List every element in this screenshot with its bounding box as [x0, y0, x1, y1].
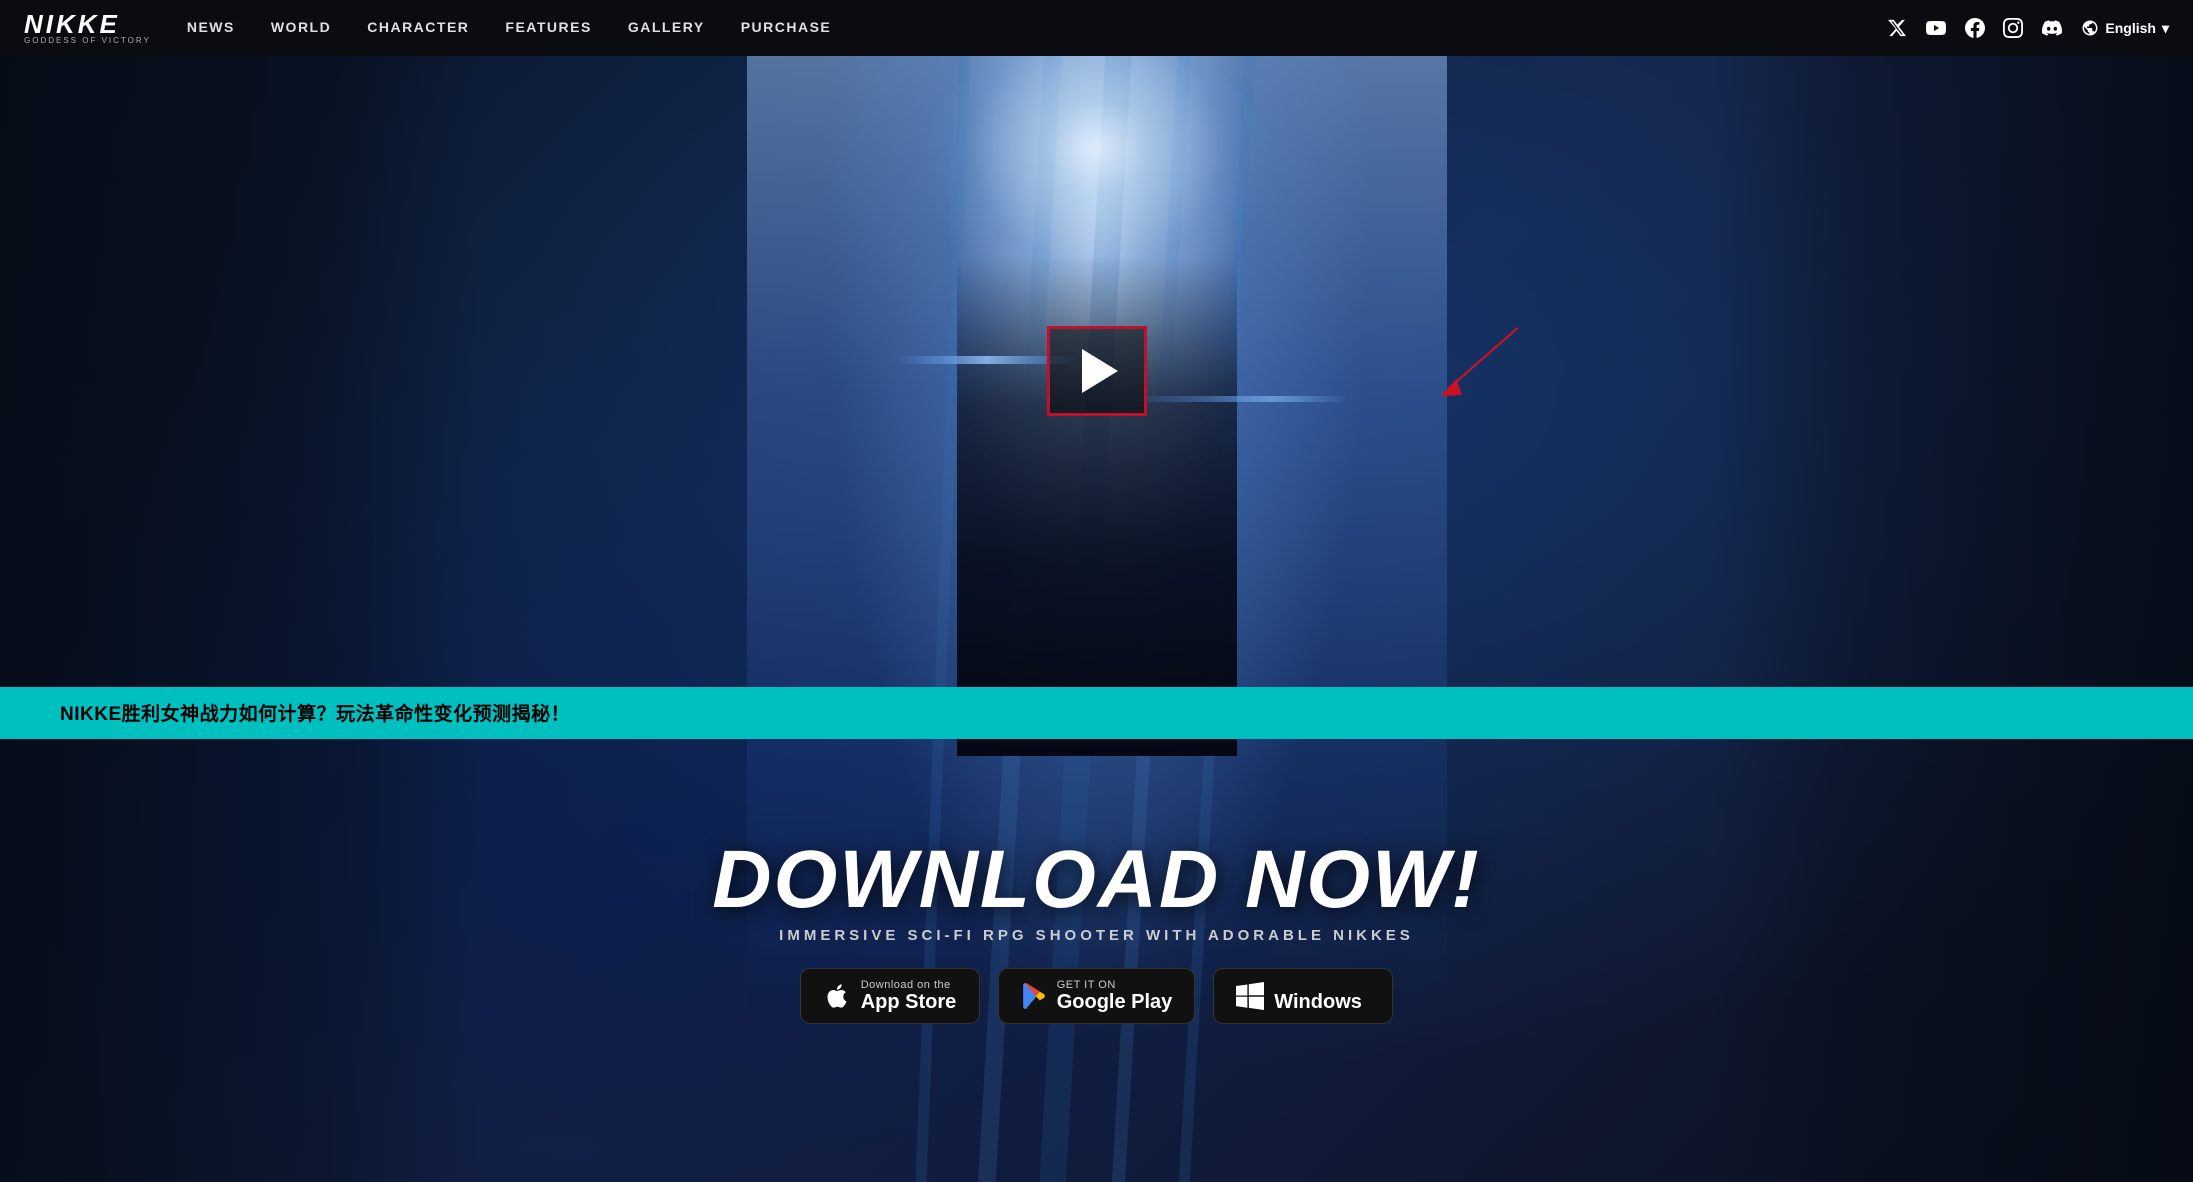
nav-item-purchase[interactable]: PURCHASE: [741, 19, 832, 37]
googleplay-icon: [1021, 983, 1047, 1009]
discord-icon[interactable]: [2041, 18, 2063, 38]
navbar-right: English ▾: [1887, 18, 2169, 38]
nav-item-character[interactable]: CHARACTER: [367, 19, 469, 37]
appstore-button[interactable]: Download on the App Store: [800, 968, 980, 1024]
googleplay-line2: Google Play: [1057, 991, 1173, 1013]
play-icon: [1082, 349, 1118, 393]
appstore-line2: App Store: [861, 991, 957, 1013]
windows-button[interactable]: Windows: [1213, 968, 1393, 1024]
nav-item-world[interactable]: WORLD: [271, 19, 331, 37]
nav-item-news[interactable]: NEWS: [187, 19, 235, 37]
windows-text: Windows: [1274, 979, 1362, 1013]
download-subtitle: IMMERSIVE SCI-FI RPG SHOOTER WITH ADORAB…: [779, 927, 1414, 944]
logo[interactable]: NIKKE GODDESS OF VICTORY: [24, 11, 151, 45]
twitter-icon[interactable]: [1887, 18, 1907, 38]
instagram-icon[interactable]: [2003, 18, 2023, 38]
appstore-line1: Download on the: [861, 979, 957, 991]
nav-links: NEWS WORLD CHARACTER FEATURES GALLERY PU…: [187, 19, 831, 37]
googleplay-button[interactable]: GET IT ON Google Play: [998, 968, 1196, 1024]
hero-section: NIKKE胜利女神战力如何计算？玩法革命性变化预测揭秘！ DOWNLOAD NO…: [0, 56, 2193, 1182]
googleplay-line1: GET IT ON: [1057, 979, 1173, 991]
navbar-left: NIKKE GODDESS OF VICTORY NEWS WORLD CHAR…: [24, 11, 831, 45]
youtube-icon[interactable]: [1925, 18, 1947, 38]
logo-subtitle: GODDESS OF VICTORY: [24, 37, 151, 45]
video-play-button[interactable]: [1047, 326, 1147, 416]
windows-icon: [1236, 982, 1264, 1010]
apple-icon: [823, 982, 851, 1010]
nav-item-gallery[interactable]: GALLERY: [628, 19, 705, 37]
download-title: DOWNLOAD NOW!: [712, 839, 1480, 921]
windows-line1: [1274, 979, 1362, 991]
windows-line2: Windows: [1274, 991, 1362, 1013]
mech-detail-right: [1127, 396, 1347, 402]
ticker-text: NIKKE胜利女神战力如何计算？玩法革命性变化预测揭秘！: [0, 699, 630, 726]
navbar: NIKKE GODDESS OF VICTORY NEWS WORLD CHAR…: [0, 0, 2193, 56]
lang-label: English: [2105, 20, 2156, 36]
store-buttons: Download on the App Store GET IT ON Goog…: [800, 968, 1394, 1024]
play-box[interactable]: [1047, 326, 1147, 416]
nav-item-features[interactable]: FEATURES: [505, 19, 591, 37]
ticker-banner: NIKKE胜利女神战力如何计算？玩法革命性变化预测揭秘！: [0, 687, 2193, 739]
logo-title: NIKKE: [24, 11, 151, 37]
appstore-text: Download on the App Store: [861, 979, 957, 1013]
lang-caret: ▾: [2162, 20, 2169, 37]
googleplay-text: GET IT ON Google Play: [1057, 979, 1173, 1013]
download-section: DOWNLOAD NOW! IMMERSIVE SCI-FI RPG SHOOT…: [0, 839, 2193, 1024]
facebook-icon[interactable]: [1965, 18, 1985, 38]
language-selector[interactable]: English ▾: [2081, 19, 2169, 37]
